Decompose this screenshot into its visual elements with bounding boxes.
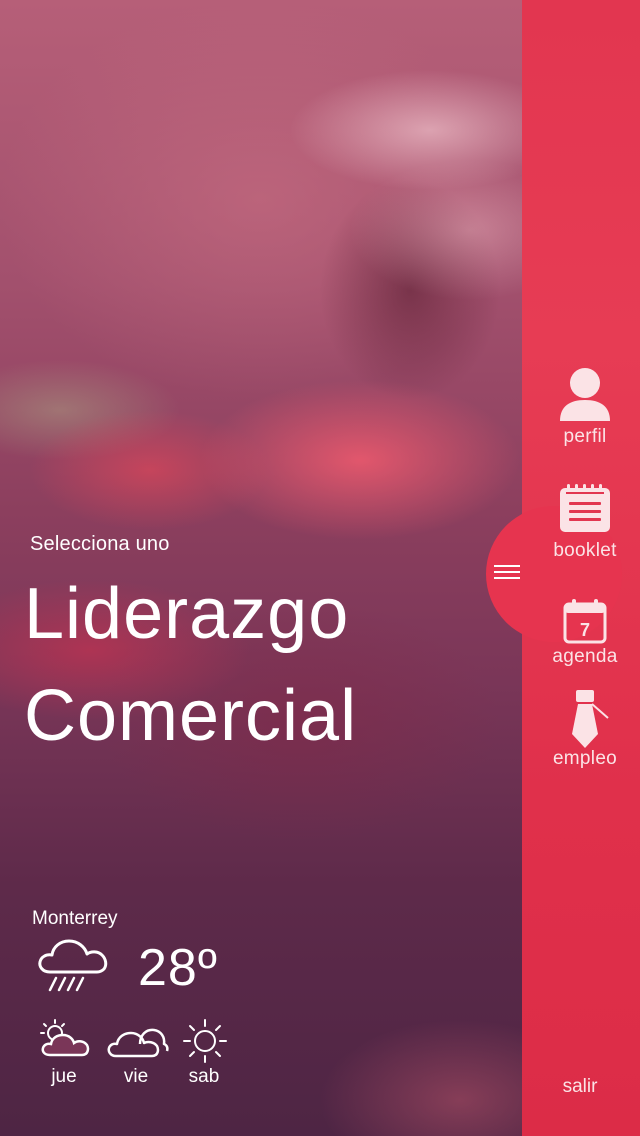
background-glow — [280, 980, 540, 1136]
sidebar-item-agenda[interactable]: 7 agenda — [530, 596, 640, 676]
calendar-day: 7 — [580, 620, 590, 640]
weather-temperature: 28º — [138, 939, 218, 997]
forecast-day: jue — [51, 1066, 77, 1087]
sidebar-item-label: agenda — [552, 646, 618, 667]
page-title-line-2: Comercial — [24, 676, 358, 756]
calendar-icon: 7 — [563, 599, 607, 644]
weather-city: Monterrey — [32, 908, 118, 929]
partly-cloudy-icon — [40, 1019, 90, 1057]
hamburger-icon[interactable] — [494, 565, 520, 581]
rain-cloud-icon — [38, 939, 108, 992]
forecast-day: sab — [188, 1066, 220, 1087]
user-icon — [560, 368, 610, 421]
sidebar-item-label: perfil — [563, 426, 607, 447]
tie-icon — [572, 690, 609, 748]
cloudy-icon — [107, 1028, 169, 1058]
sidebar-item-label: empleo — [552, 748, 618, 769]
notebook-icon — [560, 484, 610, 532]
sun-icon — [183, 1019, 227, 1063]
sidebar-item-empleo[interactable]: empleo — [530, 688, 640, 778]
sidebar-item-booklet[interactable]: booklet — [530, 480, 640, 570]
forecast-day: vie — [123, 1066, 149, 1087]
page-subtitle: Selecciona uno — [30, 533, 170, 555]
page-title-line-1: Liderazgo — [24, 574, 350, 654]
sidebar-item-label: booklet — [553, 540, 617, 561]
logout-button[interactable]: salir — [530, 1076, 630, 1098]
sidebar-item-perfil[interactable]: perfil — [530, 362, 640, 452]
